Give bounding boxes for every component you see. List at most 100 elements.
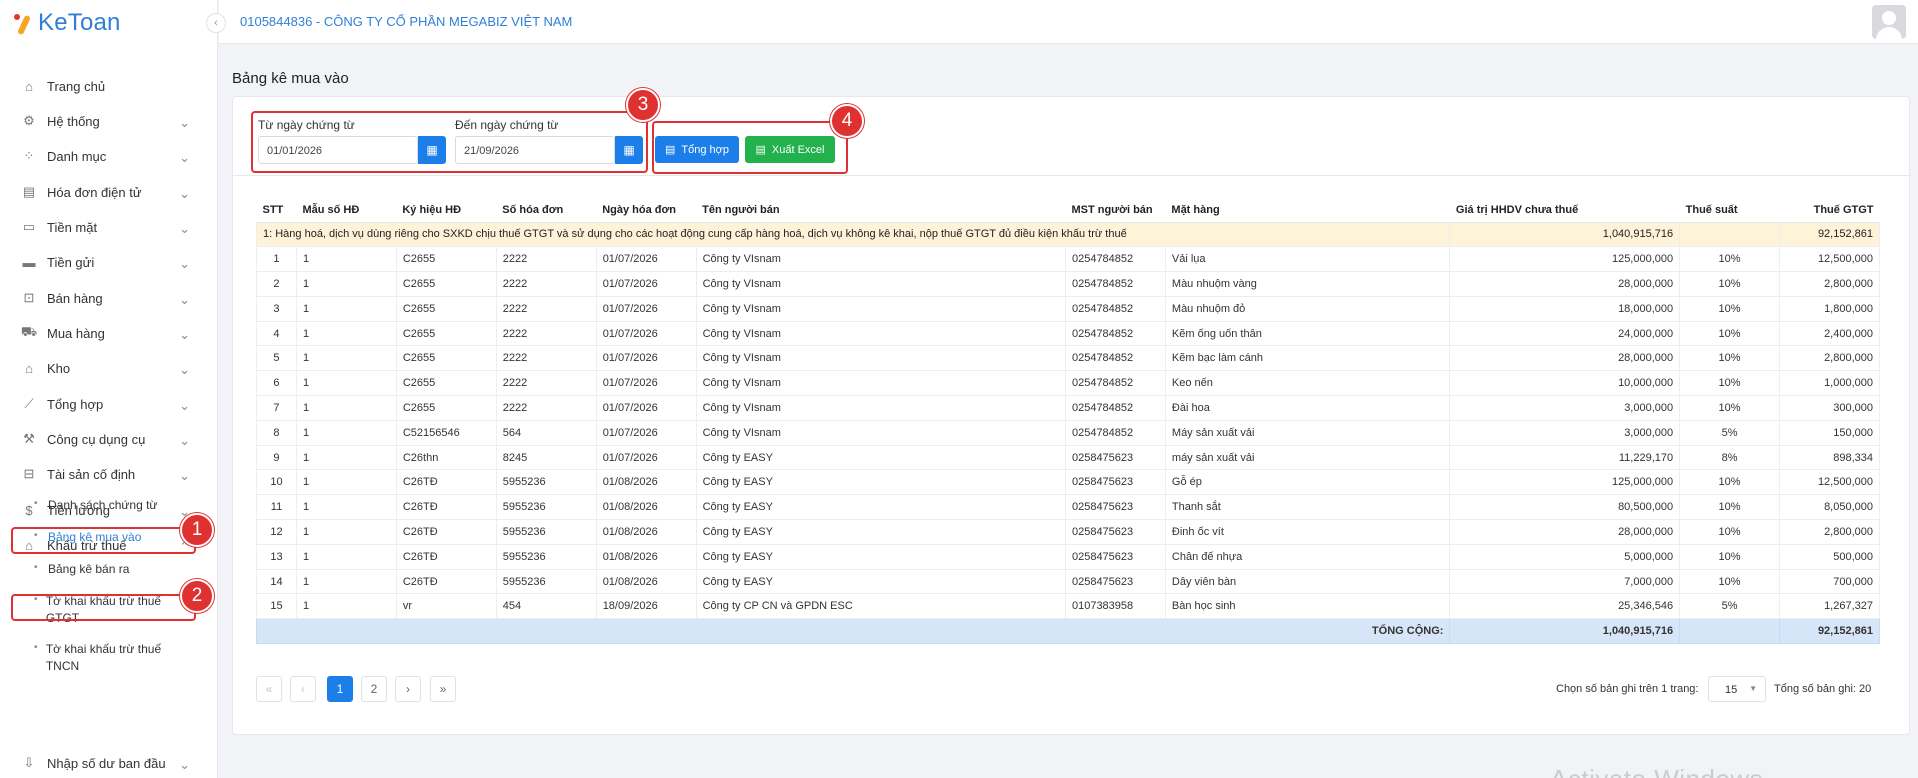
table-cell: 01/07/2026 [595, 296, 697, 322]
column-header[interactable]: MST người bán [1065, 198, 1166, 223]
table-cell: 24,000,000 [1449, 321, 1680, 347]
user-avatar[interactable] [1872, 5, 1906, 39]
table-cell: 01/08/2026 [595, 469, 697, 496]
page-button-2[interactable]: 2 [361, 676, 387, 702]
table-cell: C2655 [395, 395, 497, 421]
sidebar-item-9[interactable]: ⌂ Kho ⌄ [10, 353, 200, 383]
table-cell: C26TĐ [395, 519, 497, 545]
column-header[interactable]: Ký hiệu HĐ [396, 198, 497, 223]
table-row[interactable]: 14 1 C26TĐ 5955236 01/08/2026 Công ty EASY 025… [256, 569, 1880, 595]
table-row[interactable]: 15 1 vr 454 18/09/2026 Công ty CP CN và GPDN … [256, 593, 1880, 620]
total-rate [1679, 618, 1780, 645]
rows-per-page-select[interactable]: 15 ▼ [1708, 676, 1766, 702]
submenu-item-5[interactable]: • Tờ khai khấu trừ thuế TNCN [34, 641, 174, 675]
table-cell: 5955236 [495, 494, 597, 521]
table-cell: 10% [1679, 519, 1780, 545]
table-cell: 01/07/2026 [595, 271, 697, 297]
sidebar-item-1[interactable]: ⌂ Trang chủ [10, 71, 200, 101]
sidebar-item-11[interactable]: ⚒ Công cụ dụng cụ ⌄ [10, 424, 200, 454]
first-page-button[interactable]: « [256, 676, 282, 702]
sidebar-item-8[interactable]: ⛟ Mua hàng ⌄ [10, 318, 200, 348]
group-value: 1,040,915,716 [1449, 222, 1680, 248]
card-icon: ▬ [22, 254, 36, 270]
sidebar-item-10[interactable]: ⟋ Tổng hợp ⌄ [10, 389, 200, 419]
table-row[interactable]: 3 1 C2655 2222 01/07/2026 Công ty VIsnam 02547… [256, 296, 1880, 322]
column-header[interactable]: Ngày hóa đơn [596, 198, 697, 223]
sidebar-item-3[interactable]: ⁘ Danh mục ⌄ [10, 141, 200, 171]
sidebar-item-label: Tiền mặt [47, 219, 98, 235]
table-row[interactable]: 11 1 C26TĐ 5955236 01/08/2026 Công ty EASY 025… [256, 494, 1880, 521]
submenu-item-1[interactable]: • Danh sách chứng từ [34, 497, 174, 514]
table-cell: Gỗ ép [1164, 469, 1450, 496]
column-header[interactable]: Giá trị HHDV chưa thuế [1449, 198, 1680, 223]
last-page-button[interactable]: » [430, 676, 456, 702]
table-cell: 5955236 [495, 469, 597, 496]
page-button-1[interactable]: 1 [327, 676, 353, 702]
sidebar-collapse-button[interactable]: ‹ [206, 13, 226, 33]
table-cell: C2655 [395, 321, 497, 347]
table-row[interactable]: 8 1 C52156546 564 01/07/2026 Công ty VIsnam 02… [256, 420, 1880, 446]
column-header[interactable]: Mặt hàng [1165, 198, 1450, 223]
table-cell: 150,000 [1779, 420, 1880, 446]
group-label: 1: Hàng hoá, dịch vụ dùng riêng cho SXKD… [255, 222, 1450, 248]
column-header[interactable]: Thuế GTGT [1779, 198, 1880, 223]
chevron-down-icon: ⌄ [179, 468, 190, 483]
total-value: 1,040,915,716 [1449, 618, 1680, 645]
sidebar-item-7[interactable]: ⊡ Bán hàng ⌄ [10, 283, 200, 313]
table-cell: Công ty VIsnam [695, 321, 1066, 347]
column-header[interactable]: Số hóa đơn [496, 198, 597, 223]
column-header[interactable]: Tên người bán [696, 198, 1066, 223]
table-cell: Công ty EASY [695, 494, 1066, 521]
sidebar: KeToan ⌂ Trang chủ ⚙ Hệ thống ⌄ ⁘ Danh mục ⌄ ▤ Hó… [0, 0, 218, 778]
next-page-button[interactable]: › [395, 676, 421, 702]
submenu-item-3[interactable]: • Bảng kê bán ra [34, 561, 174, 578]
table-row[interactable]: 13 1 C26TĐ 5955236 01/08/2026 Công ty EASY 025… [256, 544, 1880, 570]
column-header[interactable]: Thuế suất [1679, 198, 1780, 223]
chevron-down-icon: ⌄ [179, 433, 190, 448]
column-header[interactable]: STT [256, 198, 297, 223]
sidebar-item-5[interactable]: ▭ Tiền mặt ⌄ [10, 212, 200, 242]
table-cell: 1 [295, 593, 397, 620]
table-cell: 0254784852 [1064, 420, 1166, 446]
sidebar-item-12[interactable]: ⊟ Tài sản cố định ⌄ [10, 459, 200, 489]
app-logo[interactable]: KeToan [14, 8, 121, 38]
table-cell: 01/08/2026 [595, 569, 697, 595]
table-cell: 28,000,000 [1449, 271, 1680, 297]
table-cell: 125,000,000 [1449, 246, 1680, 273]
sidebar-item-2[interactable]: ⚙ Hệ thống ⌄ [10, 106, 200, 136]
sidebar-item-opening-balance[interactable]: ⇩ Nhập số dư ban đầu ⌄ [10, 748, 200, 778]
import-icon: ⇩ [23, 755, 35, 770]
table-cell: Công ty VIsnam [695, 271, 1066, 297]
table-cell: Công ty VIsnam [695, 395, 1066, 421]
table-cell: 1 [295, 345, 397, 372]
column-header[interactable]: Mẫu số HĐ [296, 198, 397, 223]
table-cell: 01/07/2026 [595, 246, 697, 273]
table-cell: 12,500,000 [1779, 246, 1880, 273]
table-row[interactable]: 1 1 C2655 2222 01/07/2026 Công ty VIsnam 02547… [256, 246, 1880, 273]
sidebar-item-6[interactable]: ▬ Tiền gửi ⌄ [10, 247, 200, 277]
table-row[interactable]: 4 1 C2655 2222 01/07/2026 Công ty VIsnam 02547… [256, 321, 1880, 347]
submenu-item-label: Bảng kê bán ra [48, 562, 130, 576]
table-cell: 1 [295, 469, 397, 496]
table-cell: 1 [256, 246, 297, 273]
table-cell: C26TĐ [395, 469, 497, 496]
table-cell: 28,000,000 [1449, 519, 1680, 545]
tools-icon: ⚒ [23, 431, 35, 446]
table-row[interactable]: 2 1 C2655 2222 01/07/2026 Công ty VIsnam 02547… [256, 271, 1880, 297]
cash-icon: ▭ [22, 219, 36, 234]
table-cell: 0258475623 [1064, 519, 1166, 545]
table-cell: 564 [495, 420, 597, 446]
prev-page-button[interactable]: ‹ [290, 676, 316, 702]
table-cell: 2,800,000 [1779, 271, 1880, 297]
sidebar-item-4[interactable]: ▤ Hóa đơn điện tử ⌄ [10, 177, 200, 207]
table-row[interactable]: 6 1 C2655 2222 01/07/2026 Công ty VIsnam 02547… [256, 370, 1880, 397]
table-row[interactable]: 10 1 C26TĐ 5955236 01/08/2026 Công ty EASY 025… [256, 469, 1880, 496]
table-row[interactable]: 12 1 C26TĐ 5955236 01/08/2026 Công ty EASY 025… [256, 519, 1880, 545]
table-cell: 0258475623 [1064, 569, 1166, 595]
highlight-4 [652, 121, 848, 174]
table-row[interactable]: 5 1 C2655 2222 01/07/2026 Công ty VIsnam 02547… [256, 345, 1880, 372]
table-row[interactable]: 9 1 C26thn 8245 01/07/2026 Công ty EASY 025847… [256, 445, 1880, 471]
company-name[interactable]: 0105844836 - CÔNG TY CỔ PHẦN MEGABIZ VIỆ… [240, 14, 572, 29]
table-row[interactable]: 7 1 C2655 2222 01/07/2026 Công ty VIsnam 02547… [256, 395, 1880, 421]
gear-icon: ⚙ [23, 113, 35, 128]
